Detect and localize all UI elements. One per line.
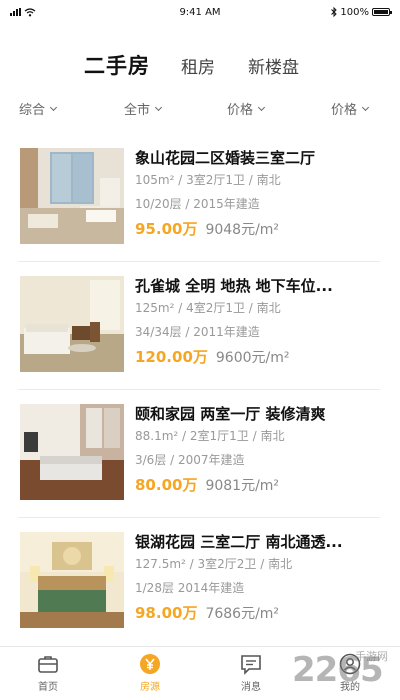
listing-title: 颐和家园 两室一厅 装修清爽: [135, 405, 326, 423]
listing-floor: 3/6层 / 2007年建造: [135, 453, 245, 467]
tab-second-hand[interactable]: 二手房: [84, 50, 150, 80]
listing-info: 象山花园二区婚装三室二厅 105m² / 3室2厅1卫 / 南北 10/20层 …: [135, 148, 385, 242]
listing-specs: 125m² / 4室2厅1卫 / 南北: [135, 301, 281, 315]
listing-prices: 120.00万 9600元/m²: [135, 344, 385, 370]
listing-unit-price: 9600元/m²: [215, 350, 290, 366]
filter-area-label: 全市: [124, 103, 151, 118]
nav-home-label: 首页: [38, 682, 58, 693]
nav-home[interactable]: 首页: [18, 653, 78, 693]
filter-price-2[interactable]: 价格: [331, 99, 370, 118]
listing-prices: 98.00万 7686元/m²: [135, 600, 385, 626]
listing-item[interactable]: 孔雀城 全明 地热 地下车位... 125m² / 4室2厅1卫 / 南北 34…: [0, 262, 400, 390]
listing-floor: 1/28层 2014年建造: [135, 581, 245, 595]
listing-title: 银湖花园 三室二厅 南北通透...: [135, 533, 343, 551]
filter-sort-label: 综合: [19, 103, 46, 118]
signal-icon: [10, 8, 21, 16]
chevron-down-icon: [361, 103, 370, 111]
listing-specs: 127.5m² / 3室2厅2卫 / 南北: [135, 557, 293, 571]
listing-item[interactable]: 象山花园二区婚装三室二厅 105m² / 3室2厅1卫 / 南北 10/20层 …: [0, 134, 400, 262]
listing-photo: [20, 148, 124, 244]
nav-messages-label: 消息: [241, 682, 261, 693]
tab-new-homes[interactable]: 新楼盘: [248, 53, 299, 78]
listing-price: 120.00万: [135, 348, 208, 366]
filter-price[interactable]: 价格: [227, 99, 266, 118]
listing-unit-price: 9048元/m²: [205, 222, 280, 238]
listing-photo: [20, 532, 124, 628]
listing-info: 孔雀城 全明 地热 地下车位... 125m² / 4室2厅1卫 / 南北 34…: [135, 276, 385, 370]
listing-floor: 10/20层 / 2015年建造: [135, 197, 260, 211]
living-room-image: [20, 276, 124, 372]
nav-messages[interactable]: 消息: [221, 653, 281, 693]
filter-area[interactable]: 全市: [124, 99, 163, 118]
bluetooth-icon: [331, 7, 338, 17]
listing-info: 银湖花园 三室二厅 南北通透... 127.5m² / 3室2厅2卫 / 南北 …: [135, 532, 385, 626]
watermark-text: 手游网: [355, 650, 388, 663]
message-icon: [240, 653, 262, 675]
listing-specs: 88.1m² / 2室1厅1卫 / 南北: [135, 429, 285, 443]
listing-prices: 80.00万 9081元/m²: [135, 472, 385, 498]
clock: 9:41 AM: [179, 6, 221, 18]
filter-price-2-label: 价格: [331, 103, 358, 118]
listing-photo: [20, 404, 124, 500]
listing-floor: 34/34层 / 2011年建造: [135, 325, 260, 339]
listing-type-tabs: 二手房 租房 新楼盘: [0, 44, 400, 84]
briefcase-icon: [37, 653, 59, 675]
listing-unit-price: 9081元/m²: [205, 478, 280, 494]
filter-price-label: 价格: [227, 103, 254, 118]
listing-item[interactable]: 银湖花园 三室二厅 南北通透... 127.5m² / 3室2厅2卫 / 南北 …: [0, 518, 400, 646]
listing-photo: [20, 276, 124, 372]
wifi-icon: [24, 7, 36, 16]
bedroom-image: [20, 532, 124, 628]
listing-title: 孔雀城 全明 地热 地下车位...: [135, 277, 333, 295]
living-room-image: [20, 148, 124, 244]
nav-listings[interactable]: 房源: [120, 653, 180, 693]
listing-price: 95.00万: [135, 220, 198, 238]
filter-sort[interactable]: 综合: [19, 99, 58, 118]
listing-item[interactable]: 颐和家园 两室一厅 装修清爽 88.1m² / 2室1厅1卫 / 南北 3/6层…: [0, 390, 400, 518]
listing-unit-price: 7686元/m²: [205, 606, 280, 622]
signal-area: [10, 7, 90, 17]
listing-prices: 95.00万 9048元/m²: [135, 216, 385, 242]
listing-title: 象山花园二区婚装三室二厅: [135, 149, 316, 167]
chevron-down-icon: [257, 103, 266, 111]
filter-bar: 综合 全市 价格 价格: [0, 96, 400, 122]
chevron-down-icon: [154, 103, 163, 111]
status-bar: 9:41 AM 100%: [0, 0, 400, 24]
listing-specs: 105m² / 3室2厅1卫 / 南北: [135, 173, 281, 187]
listing-price: 98.00万: [135, 604, 198, 622]
living-room-image: [20, 404, 124, 500]
listing-info: 颐和家园 两室一厅 装修清爽 88.1m² / 2室1厅1卫 / 南北 3/6层…: [135, 404, 385, 498]
battery-area: 100%: [310, 6, 392, 18]
chevron-down-icon: [49, 103, 58, 111]
listing-price: 80.00万: [135, 476, 198, 494]
battery-icon: [371, 8, 392, 16]
watermark: 2265 手游网: [284, 648, 394, 694]
nav-listings-label: 房源: [140, 682, 160, 693]
battery-percent: 100%: [340, 6, 369, 18]
tab-rental[interactable]: 租房: [181, 53, 215, 78]
yen-icon: [139, 653, 161, 675]
